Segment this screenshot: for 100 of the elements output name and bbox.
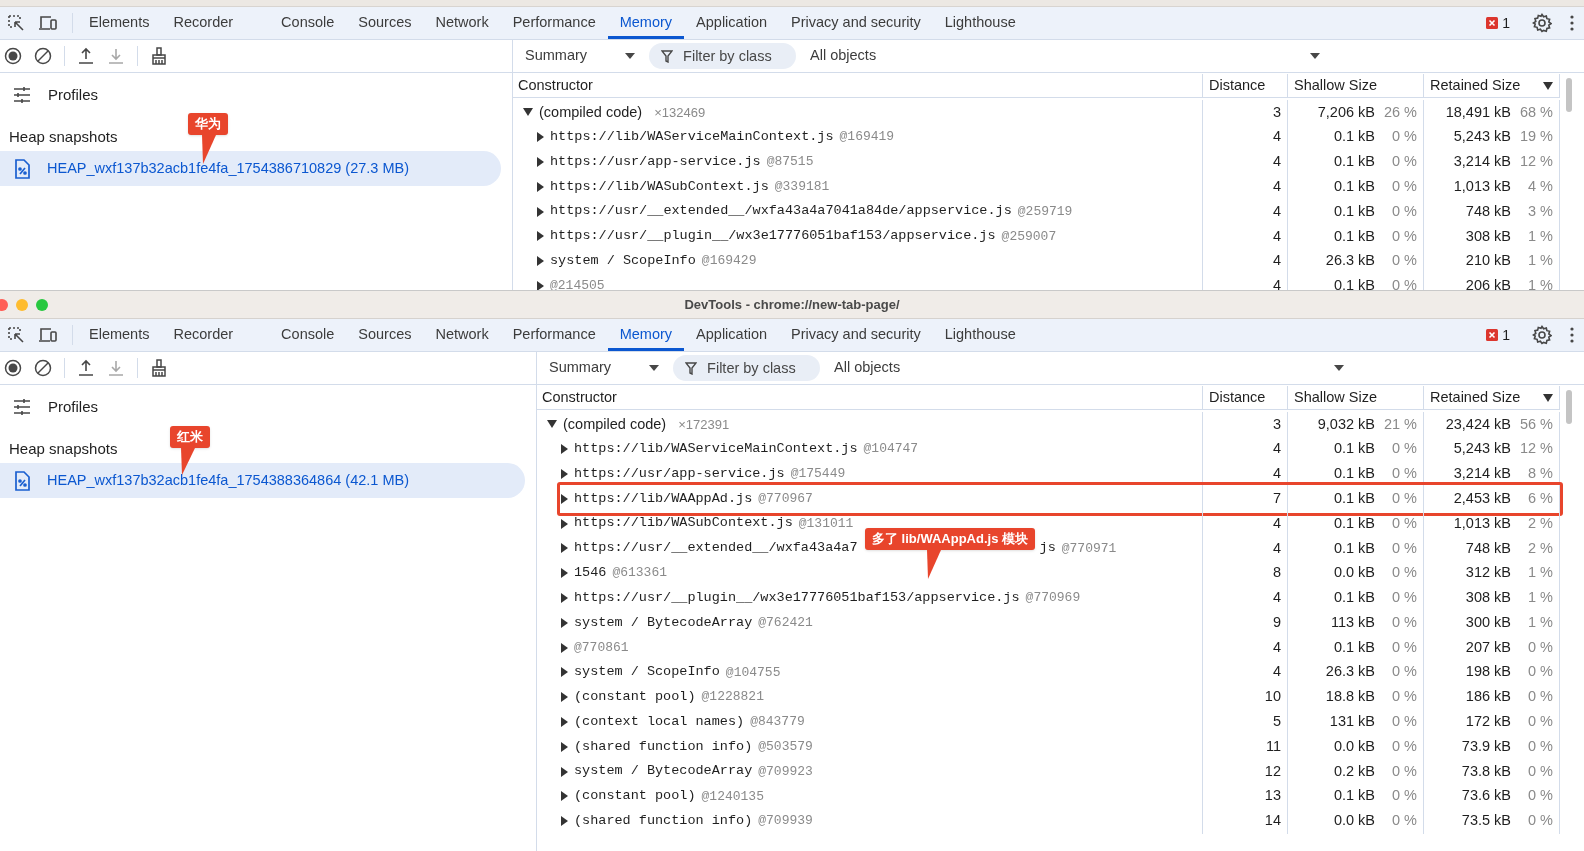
percent-value: 0 % xyxy=(1391,612,1417,632)
expand-arrow-icon[interactable] xyxy=(537,256,544,267)
tab[interactable]: Recorder xyxy=(161,319,246,351)
size-value: 748 kB xyxy=(1465,201,1511,221)
expand-arrow-icon[interactable] xyxy=(537,280,544,290)
expand-arrow-icon[interactable] xyxy=(561,592,568,603)
tab[interactable]: Memory xyxy=(607,7,685,39)
expand-arrow-icon[interactable] xyxy=(561,642,568,653)
settings-icon[interactable] xyxy=(1532,13,1552,33)
expand-arrow-icon[interactable] xyxy=(561,741,568,752)
window-controls-icon[interactable] xyxy=(0,298,50,311)
scrollbar-thumb[interactable] xyxy=(1566,390,1572,424)
column-header[interactable]: Retained Size xyxy=(1424,386,1560,409)
expand-arrow-icon[interactable] xyxy=(561,493,568,504)
expand-arrow-icon[interactable] xyxy=(561,716,568,727)
expand-arrow-icon[interactable] xyxy=(561,692,568,703)
upload-icon[interactable] xyxy=(77,359,95,377)
collapse-arrow-icon[interactable] xyxy=(547,420,557,429)
record-icon[interactable] xyxy=(4,359,22,377)
expand-arrow-icon[interactable] xyxy=(537,231,544,242)
column-header[interactable]: Constructor xyxy=(513,74,1203,97)
tab[interactable]: Performance xyxy=(500,7,608,39)
inspect-icon[interactable] xyxy=(7,326,25,344)
error-count-button[interactable]: 1 xyxy=(1485,324,1510,346)
object-id: @1240135 xyxy=(701,787,764,806)
expand-arrow-icon[interactable] xyxy=(561,444,568,455)
expand-arrow-icon[interactable] xyxy=(561,816,568,827)
snapshot-item[interactable]: HEAP_wxf137b32acb1fe4fa_1754388364864 (42.1 MB) xyxy=(0,463,525,498)
percent-value: 0 % xyxy=(1391,786,1417,806)
size-value: 1,013 kB xyxy=(1453,176,1511,196)
error-count-button[interactable]: 1 xyxy=(1485,12,1510,34)
expand-arrow-icon[interactable] xyxy=(537,181,544,192)
objects-dropdown[interactable]: All objects xyxy=(810,45,1321,67)
column-header[interactable]: Constructor xyxy=(537,386,1203,409)
sort-descending-icon[interactable] xyxy=(1543,393,1553,402)
column-header[interactable]: Shallow Size xyxy=(1288,386,1424,409)
tab[interactable]: Elements xyxy=(77,7,162,39)
tab[interactable]: Console xyxy=(269,319,347,351)
tab[interactable]: Application xyxy=(684,319,779,351)
tab[interactable]: Network xyxy=(423,7,501,39)
filter-field[interactable]: Filter by class xyxy=(673,355,821,381)
view-dropdown[interactable]: Summary xyxy=(549,357,670,379)
tab[interactable]: Console xyxy=(269,7,347,39)
column-header[interactable]: Retained Size xyxy=(1424,74,1560,97)
expand-arrow-icon[interactable] xyxy=(561,543,568,554)
expand-arrow-icon[interactable] xyxy=(537,157,544,167)
tab[interactable]: Elements xyxy=(77,319,162,351)
broom-icon[interactable] xyxy=(150,359,168,377)
object-id: @339181 xyxy=(774,178,830,197)
objects-dropdown[interactable]: All objects xyxy=(834,357,1345,379)
column-header[interactable]: Distance xyxy=(1203,386,1288,409)
tab[interactable]: Privacy and security xyxy=(779,7,933,39)
tab[interactable]: Recorder xyxy=(161,7,246,39)
inspect-icon[interactable] xyxy=(7,14,25,32)
sliders-icon[interactable] xyxy=(12,398,32,416)
tab[interactable]: Sources xyxy=(346,319,424,351)
percent-value: 3 % xyxy=(1527,201,1553,221)
broom-icon[interactable] xyxy=(150,47,168,65)
column-header[interactable]: Distance xyxy=(1203,74,1288,97)
expand-arrow-icon[interactable] xyxy=(561,766,568,777)
clear-icon[interactable] xyxy=(34,47,52,65)
expand-arrow-icon[interactable] xyxy=(561,568,568,579)
column-header[interactable]: Shallow Size xyxy=(1288,74,1424,97)
record-icon[interactable] xyxy=(4,47,22,65)
caret-icon xyxy=(649,365,660,371)
device-toolbar-icon[interactable] xyxy=(38,14,58,32)
expand-arrow-icon[interactable] xyxy=(537,132,544,143)
filter-field[interactable]: Filter by class xyxy=(649,43,797,69)
more-menu-icon[interactable] xyxy=(1570,15,1574,31)
settings-icon[interactable] xyxy=(1532,325,1552,345)
tab[interactable]: Privacy and security xyxy=(779,319,933,351)
expand-arrow-icon[interactable] xyxy=(561,518,568,529)
tab[interactable]: Performance xyxy=(500,319,608,351)
constructor-name: https://lib/WASubContext.js xyxy=(574,514,793,533)
table-cell: 4 xyxy=(1203,149,1288,175)
constructor-name: https://usr/app-service.js xyxy=(574,464,785,483)
tab[interactable]: Sources xyxy=(346,7,424,39)
percent-value: 0 % xyxy=(1391,464,1417,484)
device-toolbar-icon[interactable] xyxy=(38,326,58,344)
tab[interactable]: Memory xyxy=(607,319,685,351)
expand-arrow-icon[interactable] xyxy=(561,469,568,479)
table-cell: 4 xyxy=(1203,585,1288,611)
snapshot-item[interactable]: HEAP_wxf137b32acb1fe4fa_1754386710829 (27.3 MB) xyxy=(0,151,501,186)
scrollbar-thumb[interactable] xyxy=(1566,78,1572,112)
more-menu-icon[interactable] xyxy=(1570,327,1574,343)
expand-arrow-icon[interactable] xyxy=(537,206,544,217)
expand-arrow-icon[interactable] xyxy=(561,667,568,678)
collapse-arrow-icon[interactable] xyxy=(523,108,533,117)
expand-arrow-icon[interactable] xyxy=(561,791,568,802)
view-dropdown[interactable]: Summary xyxy=(525,45,646,67)
expand-arrow-icon[interactable] xyxy=(561,617,568,628)
sort-descending-icon[interactable] xyxy=(1543,81,1553,90)
sliders-icon[interactable] xyxy=(12,86,32,104)
tab[interactable]: Lighthouse xyxy=(932,7,1028,39)
tab[interactable]: Lighthouse xyxy=(932,319,1028,351)
tab[interactable]: Application xyxy=(684,7,779,39)
upload-icon[interactable] xyxy=(77,47,95,65)
clear-icon[interactable] xyxy=(34,359,52,377)
tab[interactable]: Network xyxy=(423,319,501,351)
table-cell: 9 xyxy=(1203,610,1288,636)
